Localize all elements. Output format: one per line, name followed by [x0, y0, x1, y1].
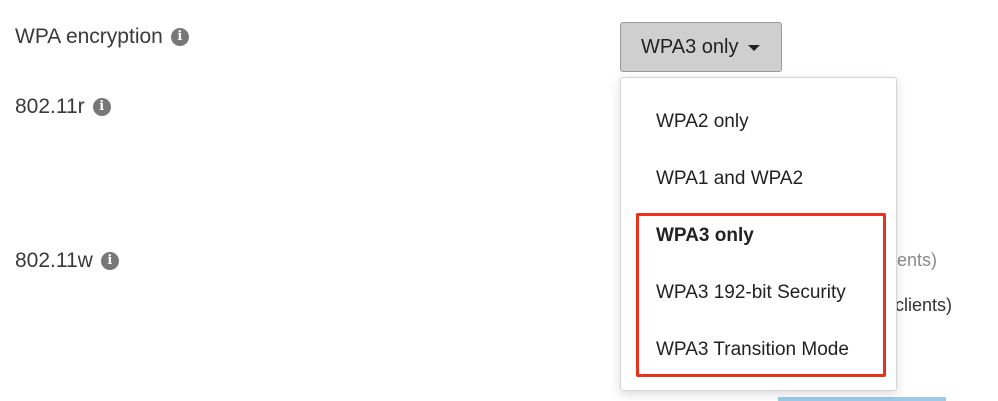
- info-icon[interactable]: i: [170, 27, 189, 46]
- select-value: WPA3 only: [641, 35, 739, 58]
- dropdown-option-wpa3-only[interactable]: WPA3 only: [656, 226, 754, 245]
- wpa-encryption-select[interactable]: WPA3 only: [620, 22, 782, 72]
- info-icon[interactable]: i: [92, 97, 111, 116]
- dropdown-option-wpa1-and-wpa2[interactable]: WPA1 and WPA2: [656, 169, 803, 188]
- r80211-row: 802.11r i: [15, 96, 111, 117]
- wpa-encryption-label: WPA encryption: [15, 25, 163, 48]
- dropdown-option-wpa3-transition[interactable]: WPA3 Transition Mode: [656, 340, 849, 359]
- wireless-settings-page: WPA encryption i 802.11r i 802.11w i cli…: [0, 0, 998, 401]
- wpa-encryption-dropdown: WPA2 only WPA1 and WPA2 WPA3 only WPA3 1…: [620, 77, 897, 391]
- w80211-row: 802.11w i: [15, 250, 119, 271]
- info-icon[interactable]: i: [100, 251, 119, 270]
- dropdown-option-wpa2-only[interactable]: WPA2 only: [656, 112, 749, 131]
- dropdown-option-wpa3-192-bit[interactable]: WPA3 192-bit Security: [656, 283, 846, 302]
- r80211-label: 802.11r: [15, 95, 85, 118]
- w80211-label: 802.11w: [15, 249, 93, 272]
- background-button-edge: [778, 397, 946, 401]
- chevron-down-icon: [748, 45, 761, 51]
- wpa-encryption-row: WPA encryption i: [15, 26, 189, 47]
